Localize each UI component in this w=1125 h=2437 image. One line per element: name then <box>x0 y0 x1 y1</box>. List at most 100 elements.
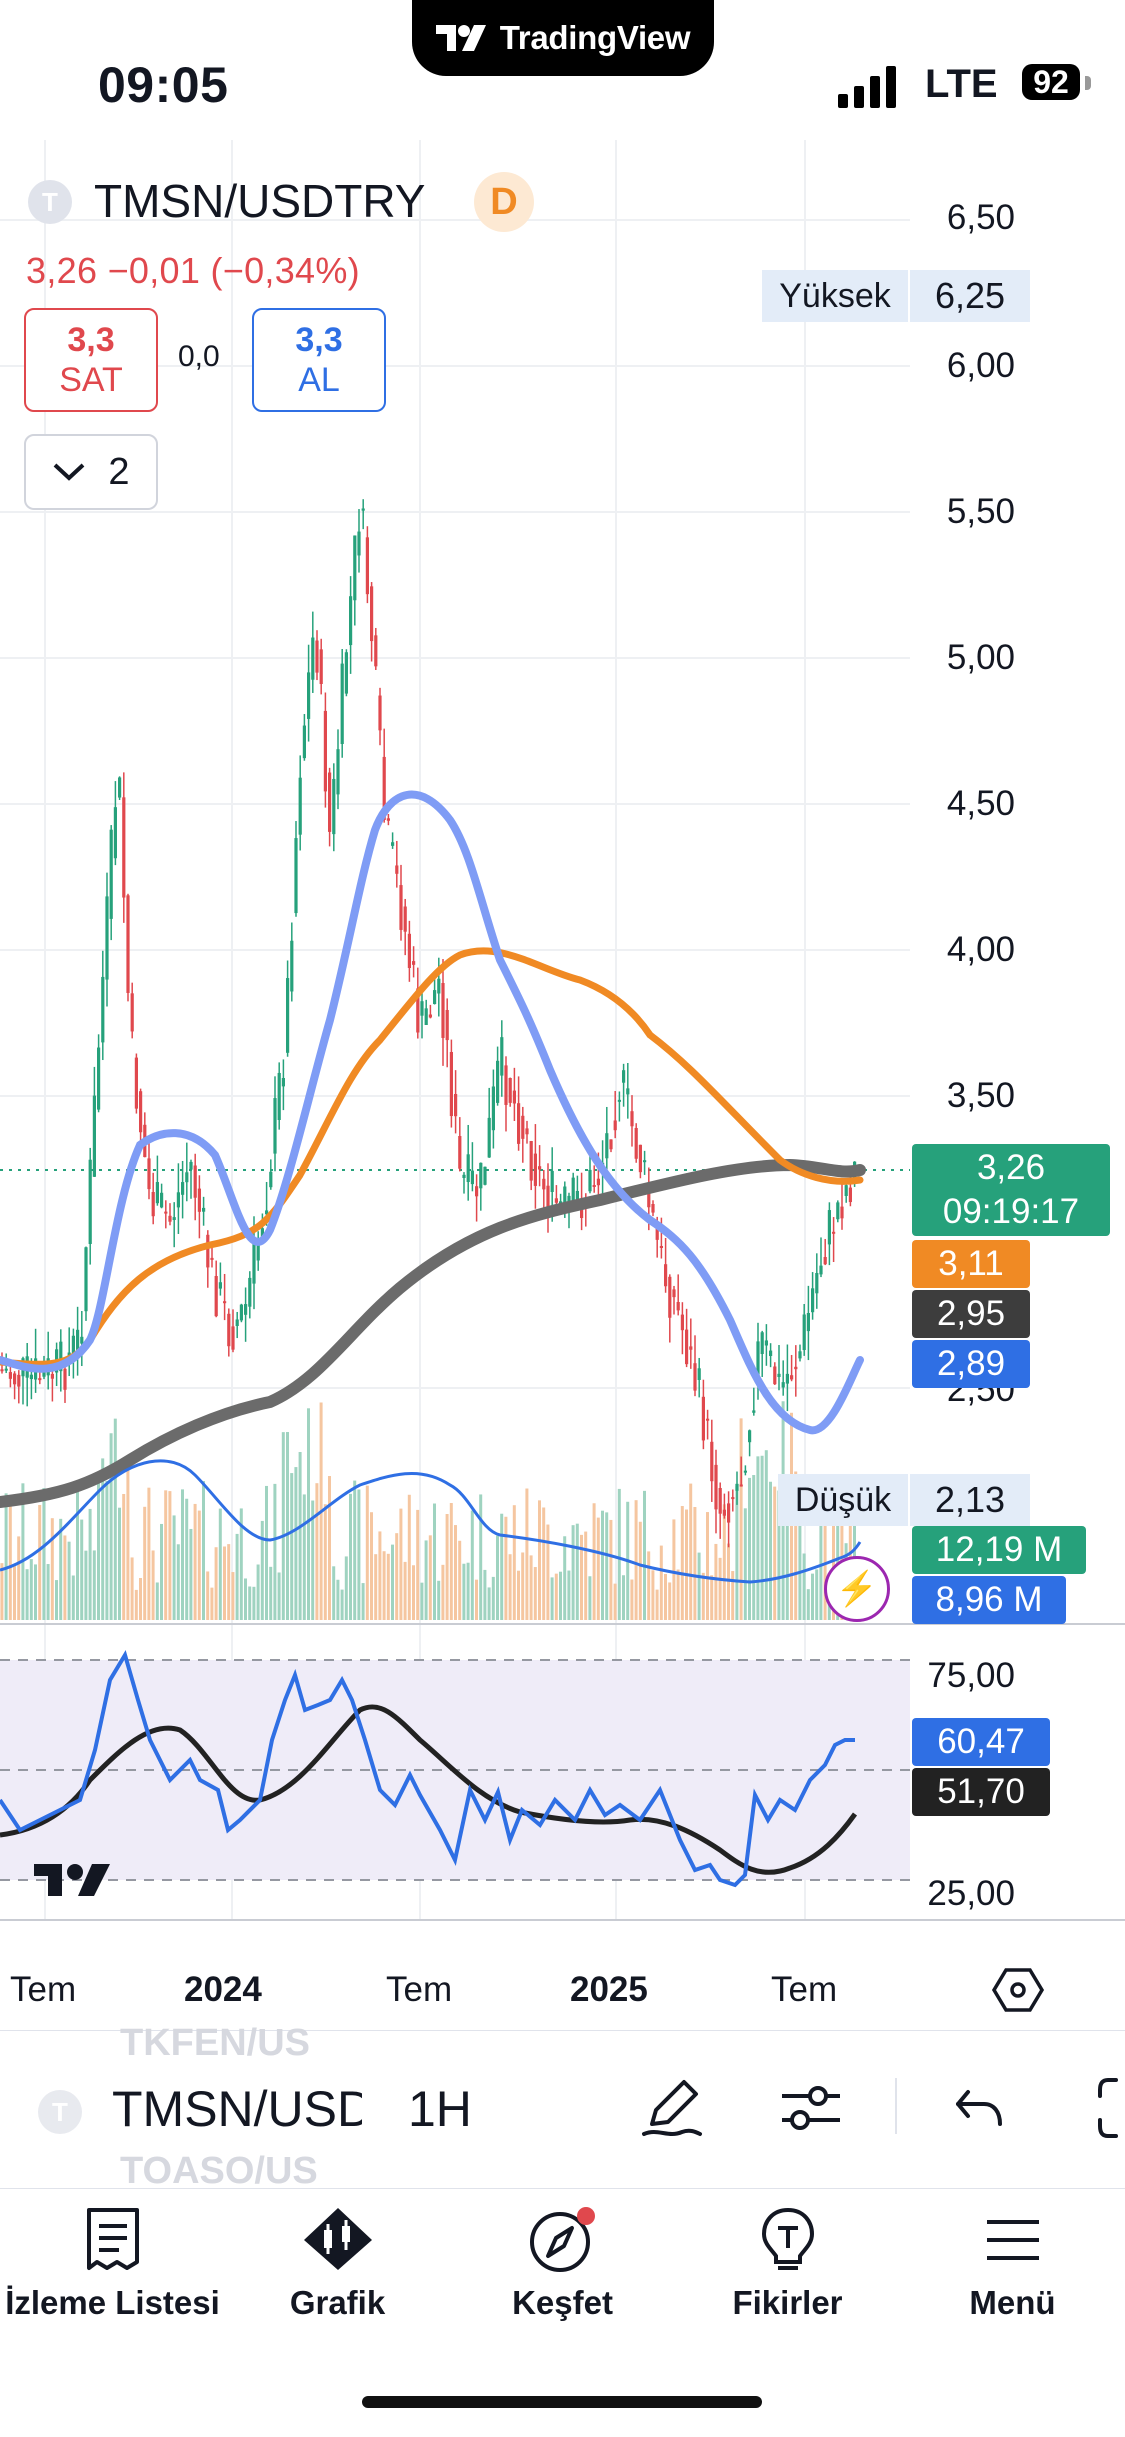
sell-button[interactable]: 3,3 SAT <box>24 308 158 412</box>
toolbar-divider <box>895 2078 897 2134</box>
nav-item-explore[interactable]: Keşfet <box>450 2206 675 2322</box>
volume-bar <box>693 1507 697 1620</box>
volume-bar <box>281 1432 285 1620</box>
volume-bar <box>546 1524 550 1620</box>
candle-body <box>344 652 348 694</box>
ma-fast-label: 2,89 <box>912 1340 1030 1388</box>
indicators-toggle-button[interactable]: 2 <box>24 434 158 510</box>
candle-body <box>227 1313 231 1347</box>
volume-bar <box>483 1569 487 1620</box>
toolbar-interval-button[interactable]: 1H <box>408 2080 472 2138</box>
candle-body <box>802 1314 806 1350</box>
volume-bar <box>202 1481 205 1620</box>
volume-bar <box>340 1589 344 1620</box>
volume-bar <box>210 1587 214 1620</box>
symbol-title[interactable]: TMSN/USDTRY <box>94 174 425 228</box>
volume-bar <box>496 1535 499 1620</box>
fullscreen-icon[interactable] <box>1094 2076 1125 2140</box>
undo-icon[interactable] <box>954 2086 1004 2130</box>
candle-body <box>328 772 332 832</box>
nav-item-ideas[interactable]: Fikirler <box>675 2206 900 2322</box>
nav-label: Grafik <box>289 2284 386 2321</box>
volume-bar <box>504 1516 508 1620</box>
volume-bar <box>630 1579 634 1620</box>
volume-bar <box>651 1570 655 1620</box>
volume-bar <box>71 1575 75 1620</box>
volume-bar <box>189 1528 193 1620</box>
candle-body <box>479 1162 483 1189</box>
volume-bar <box>46 1564 50 1620</box>
nav-item-watchlist[interactable]: İzleme Listesi <box>0 2206 225 2322</box>
nav-item-chart[interactable]: Grafik <box>225 2206 450 2322</box>
candle-body <box>353 535 357 601</box>
volume-bar <box>118 1507 121 1620</box>
candle-body <box>487 1117 491 1158</box>
chart-settings-icon <box>991 1968 1045 2012</box>
candle-body <box>248 1277 252 1307</box>
nav-item-menu[interactable]: Menü <box>900 2206 1125 2322</box>
volume-bar <box>407 1494 411 1620</box>
candle-body <box>752 1410 756 1413</box>
candle-body <box>680 1314 684 1331</box>
candle-body <box>815 1272 819 1294</box>
candle-body <box>378 695 382 731</box>
volume-bar <box>92 1550 96 1620</box>
candle-body <box>134 1057 138 1109</box>
candle-body <box>391 842 395 846</box>
volume-bar <box>231 1572 235 1620</box>
volume-bar <box>353 1480 357 1620</box>
volume-bar <box>399 1508 403 1620</box>
candle-body <box>185 1172 189 1183</box>
toolbar-symbol-logo-icon: T <box>38 2090 82 2134</box>
volume-bar <box>701 1572 705 1620</box>
volume-bar <box>252 1586 256 1620</box>
candle-body <box>126 895 130 993</box>
candle-body <box>512 1090 516 1104</box>
candle-body <box>361 508 365 511</box>
volume-bar <box>689 1483 693 1620</box>
candle-body <box>101 976 105 1043</box>
time-label: Tem <box>10 1970 77 2009</box>
volume-bar <box>554 1573 558 1620</box>
volume-bar <box>4 1493 8 1620</box>
volume-bar <box>735 1486 739 1620</box>
last-price: 3,26 <box>976 1148 1046 1187</box>
volume-bar <box>559 1571 562 1620</box>
volume-bar <box>38 1504 42 1620</box>
candle-body <box>206 1234 210 1268</box>
volume-ma-label: 8,96 M <box>912 1576 1066 1624</box>
sell-label: SAT <box>59 361 123 399</box>
candle-body <box>189 1161 193 1170</box>
toolbar-symbol-button[interactable]: TMSN/USD <box>112 2080 362 2138</box>
candle-body <box>781 1382 785 1388</box>
candle-body <box>748 1430 752 1443</box>
volume-bar <box>449 1503 453 1620</box>
volume-label: 12,19 M <box>912 1526 1086 1574</box>
price-tick: 4,50 <box>946 784 1015 823</box>
candle-body <box>176 1192 180 1208</box>
volume-bar <box>357 1489 361 1620</box>
candle-body <box>38 1378 42 1381</box>
volume-bar <box>206 1571 210 1620</box>
volume-bar <box>433 1503 436 1620</box>
volume-bar <box>538 1500 541 1620</box>
candle-body <box>466 1154 470 1182</box>
ghost-symbol-above: TKFEN/US <box>120 2022 310 2064</box>
buy-button[interactable]: 3,3 AL <box>252 308 386 412</box>
volume-bar <box>479 1494 483 1620</box>
volume-bar <box>67 1541 71 1620</box>
candle-body <box>193 1165 197 1198</box>
volume-bar <box>143 1506 147 1620</box>
candle-body <box>281 1078 285 1087</box>
high-label: Yüksek <box>762 270 908 322</box>
candle-body <box>197 1188 201 1212</box>
volume-bar <box>147 1487 151 1620</box>
pencil-icon[interactable] <box>638 2074 704 2140</box>
volume-bar <box>164 1490 168 1620</box>
flash-icon[interactable]: ⚡ <box>824 1556 890 1622</box>
volume-bar <box>529 1555 533 1620</box>
candle-body <box>769 1350 773 1356</box>
volume-bar <box>277 1572 281 1620</box>
candle-body <box>84 1247 88 1312</box>
sliders-icon[interactable] <box>778 2078 844 2138</box>
